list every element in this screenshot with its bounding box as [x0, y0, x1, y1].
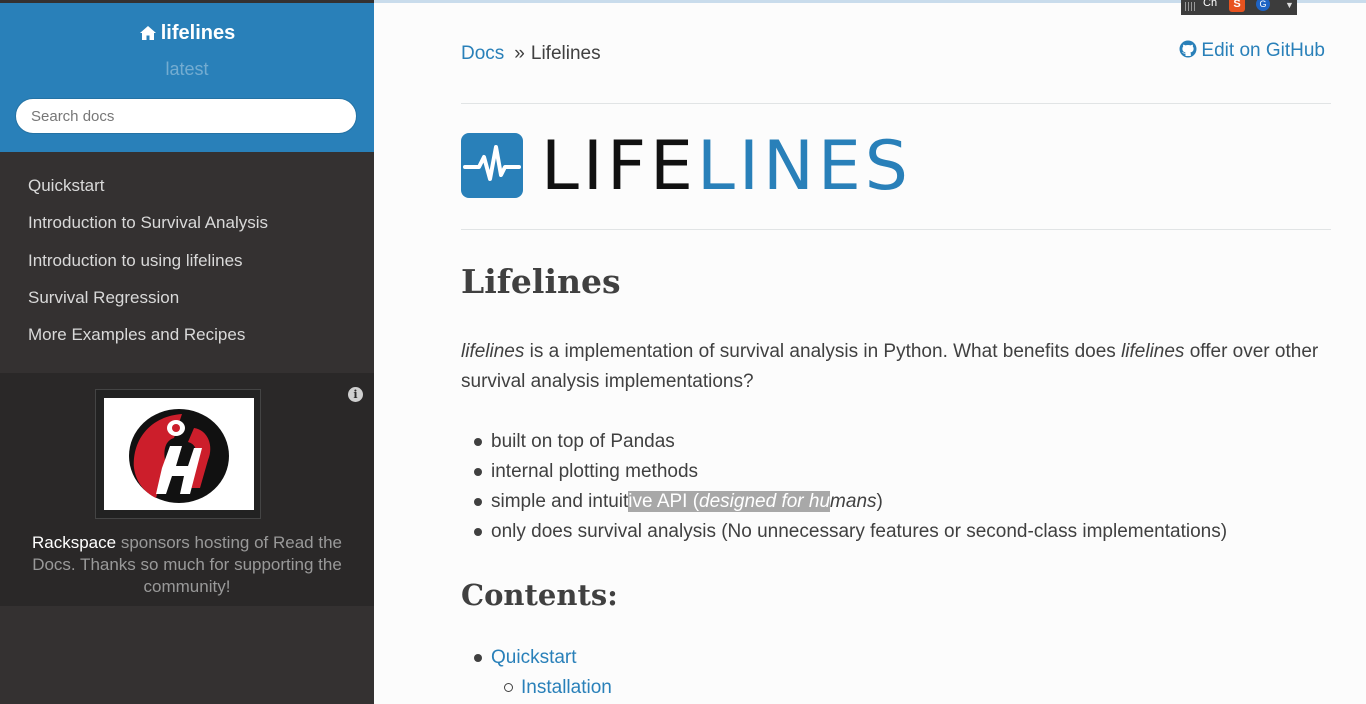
intro-paragraph: lifelines is a implementation of surviva… — [461, 337, 1321, 397]
edit-on-github-label: Edit on GitHub — [1201, 40, 1325, 61]
feature-api-close: ) — [876, 491, 883, 512]
divider-logo — [461, 229, 1331, 230]
sponsor-text: Rackspace sponsors hosting of Read the D… — [20, 532, 354, 598]
heartbeat-logo-icon — [461, 133, 523, 198]
breadcrumb-separator: » — [514, 43, 525, 64]
drag-handle-icon[interactable] — [1185, 2, 1195, 11]
feature-list: built on top of Pandas internal plotting… — [461, 427, 1227, 547]
contents-heading: Contents: — [461, 578, 618, 612]
sidebar-item-intro-survival[interactable]: Introduction to Survival Analysis — [0, 207, 374, 244]
selected-text: ive API ( — [628, 491, 700, 512]
feature-item-api: simple and intuitive API (designed for h… — [461, 487, 1227, 517]
sidebar: lifelines latest Quickstart Introduction… — [0, 0, 374, 704]
sidebar-item-quickstart[interactable]: Quickstart — [0, 170, 374, 207]
rackspace-logo — [129, 409, 229, 503]
logo-text-life: LIFE — [541, 127, 698, 206]
intro-em-lifelines-2: lifelines — [1121, 341, 1185, 362]
feature-api-pre: simple and intuit — [491, 491, 629, 512]
chevron-down-icon[interactable]: ▼ — [1285, 0, 1294, 10]
toc-link-quickstart[interactable]: Quickstart — [461, 643, 612, 673]
logo-text-lines: LINES — [697, 127, 912, 206]
sponsor-logo[interactable] — [104, 398, 254, 510]
globe-icon[interactable]: G — [1256, 0, 1270, 11]
sidebar-item-intro-lifelines[interactable]: Introduction to using lifelines — [0, 245, 374, 282]
page-title: Lifelines — [461, 262, 621, 301]
ime-toolbar: Ch S G ▼ — [1181, 0, 1297, 15]
version-label[interactable]: latest — [0, 59, 374, 80]
breadcrumb-current: Lifelines — [530, 43, 601, 64]
feature-api-em-rest: mans — [830, 491, 877, 512]
feature-item-plotting: internal plotting methods — [461, 457, 1227, 487]
intro-text-mid: is a implementation of survival analysis… — [524, 341, 1122, 362]
home-icon — [139, 26, 156, 40]
sidebar-item-examples[interactable]: More Examples and Recipes — [0, 319, 374, 356]
feature-item-pandas: built on top of Pandas — [461, 427, 1227, 457]
search-input[interactable] — [15, 98, 357, 134]
info-icon[interactable]: i — [348, 387, 363, 402]
breadcrumb: Docs » Lifelines — [461, 43, 601, 65]
selected-text-em: designed for hu — [699, 491, 831, 512]
sogou-icon[interactable]: S — [1229, 0, 1245, 12]
toc-list: Quickstart Installation — [461, 643, 612, 703]
feature-item-scope: only does survival analysis (No unnecess… — [461, 517, 1227, 547]
brand-link[interactable]: lifelines — [0, 22, 374, 45]
ime-language[interactable]: Ch — [1203, 0, 1217, 9]
edit-on-github-link[interactable]: Edit on GitHub — [1179, 40, 1325, 62]
toc-link-installation[interactable]: Installation — [461, 673, 612, 703]
breadcrumb-docs-link[interactable]: Docs — [461, 43, 504, 64]
sidebar-nav: Quickstart Introduction to Survival Anal… — [0, 170, 374, 356]
github-icon — [1179, 40, 1197, 58]
sidebar-item-regression[interactable]: Survival Regression — [0, 282, 374, 319]
lifelines-logo: LIFELINES — [541, 127, 912, 207]
brand-label: lifelines — [160, 22, 236, 44]
divider-top — [461, 103, 1331, 104]
intro-em-lifelines: lifelines — [461, 341, 525, 362]
sponsor-name[interactable]: Rackspace — [32, 533, 116, 552]
